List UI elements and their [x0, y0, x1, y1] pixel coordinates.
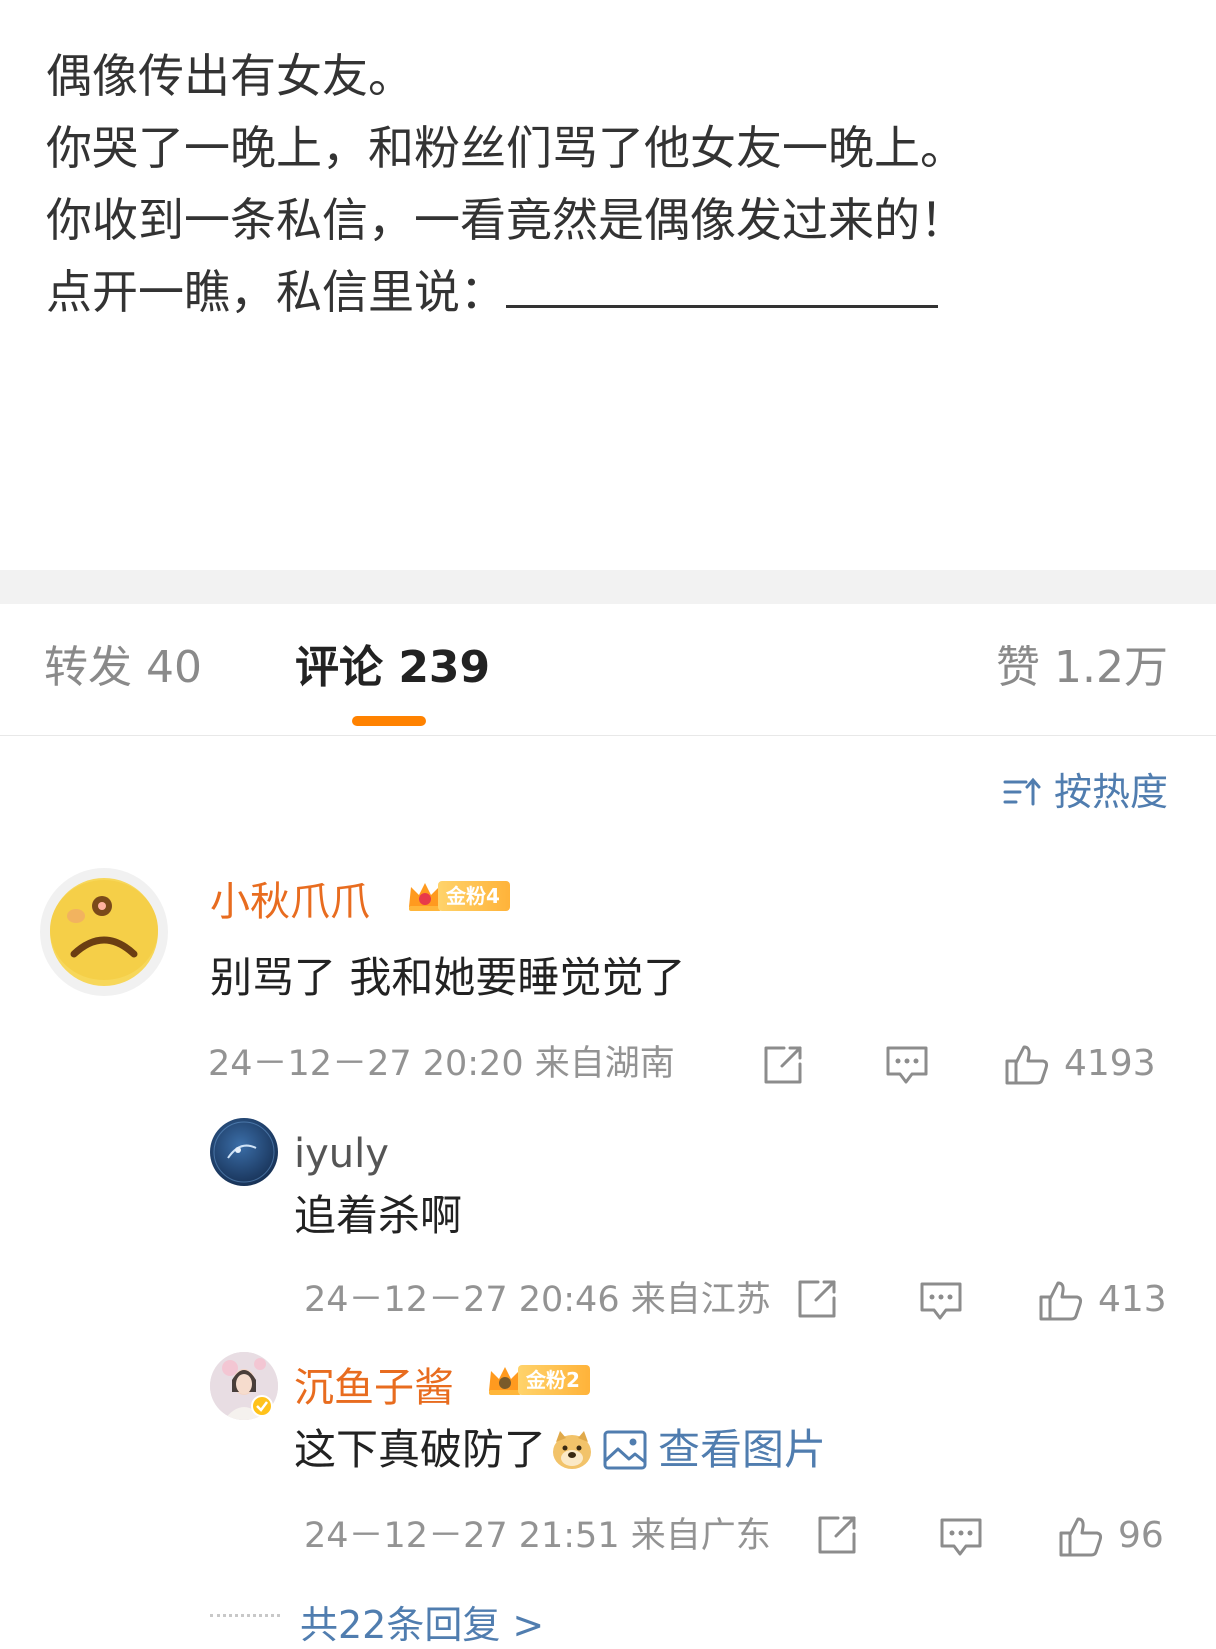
active-tab-indicator	[352, 716, 426, 726]
reply-username[interactable]: 沉鱼子酱	[294, 1362, 454, 1414]
doge-emoji-icon	[553, 1431, 592, 1469]
reply-text: 这下真破防了 查看图片	[294, 1422, 826, 1478]
view-image-label: 查看图片	[658, 1425, 827, 1474]
reply-text: 追着杀啊	[294, 1191, 463, 1240]
post-line: 你收到一条私信，一看竟然是偶像发过来的！	[46, 193, 966, 247]
comment-text: 别骂了 我和她要睡觉觉了	[210, 953, 686, 1002]
post-line: 你哭了一晚上，和粉丝们骂了他女友一晚上。	[46, 121, 966, 175]
reply-avatar[interactable]	[210, 1118, 278, 1186]
tabs-divider	[0, 735, 1216, 736]
tab-repost[interactable]: 转发 40	[44, 640, 202, 696]
comment-icon	[920, 1282, 962, 1320]
like-button[interactable]: 4193	[1004, 1040, 1156, 1088]
reply-meta: 24－12－27 20:46 来自江苏	[304, 1280, 771, 1320]
tab-bar: 转发 40 评论 239 赞 1.2万	[0, 604, 1216, 736]
fill-blank-line	[506, 265, 938, 308]
thumbs-up-icon	[1005, 1045, 1049, 1085]
like-button[interactable]: 96	[1058, 1512, 1164, 1560]
share-icon	[818, 1516, 856, 1554]
thumbs-up-icon	[1059, 1517, 1103, 1557]
image-icon	[603, 1430, 647, 1470]
avatar-image-icon	[213, 1121, 275, 1183]
post-line: 偶像传出有女友。	[46, 49, 414, 103]
like-count: 413	[1098, 1279, 1167, 1320]
view-image-link[interactable]: 查看图片	[602, 1422, 826, 1478]
fan-badge-label: 金粉2	[518, 1365, 590, 1395]
post-line: 点开一瞧，私信里说：	[46, 256, 1176, 328]
like-button[interactable]: 413	[1038, 1276, 1167, 1324]
thumbs-up-icon	[1039, 1281, 1083, 1321]
tab-likes[interactable]: 赞 1.2万	[996, 640, 1168, 696]
reply-meta: 24－12－27 21:51 来自广东	[304, 1516, 771, 1556]
avatar[interactable]	[40, 868, 168, 996]
sort-label: 按热度	[1053, 770, 1168, 814]
fan-badge[interactable]: 金粉2	[486, 1364, 590, 1396]
reply-avatar[interactable]	[210, 1352, 278, 1420]
fan-badge-label: 金粉4	[438, 881, 510, 911]
post-line-text: 点开一瞧，私信里说：	[46, 265, 506, 319]
reply-button[interactable]	[884, 1042, 930, 1088]
share-button[interactable]	[760, 1042, 806, 1088]
more-replies-link[interactable]: 共22条回复 >	[300, 1594, 544, 1649]
sort-button[interactable]: 按热度	[1002, 768, 1168, 816]
reply-text-content: 这下真破防了	[294, 1425, 547, 1474]
share-icon	[798, 1280, 836, 1318]
comment-username[interactable]: 小秋爪爪	[210, 876, 370, 928]
fan-badge[interactable]: 金粉4	[406, 880, 510, 912]
share-icon	[764, 1046, 802, 1084]
like-count: 4193	[1064, 1043, 1156, 1084]
sad-face-avatar-icon	[50, 878, 158, 986]
sort-icon	[1003, 777, 1041, 806]
avatar-image-icon	[210, 1352, 278, 1420]
comment-icon	[886, 1046, 928, 1084]
comment-icon	[940, 1518, 982, 1556]
comment-meta: 24－12－27 20:20 来自湖南	[208, 1044, 675, 1084]
like-count: 96	[1118, 1515, 1164, 1556]
reply-username[interactable]: iyuly	[294, 1128, 389, 1180]
reply-button[interactable]	[918, 1278, 964, 1324]
section-divider	[0, 570, 1216, 604]
reply-dots-divider	[210, 1614, 280, 1620]
reply-button[interactable]	[938, 1514, 984, 1560]
share-button[interactable]	[814, 1512, 860, 1558]
post-body: 偶像传出有女友。 你哭了一晚上，和粉丝们骂了他女友一晚上。 你收到一条私信，一看…	[46, 40, 1176, 328]
share-button[interactable]	[794, 1276, 840, 1322]
tab-comments[interactable]: 评论 239	[295, 640, 490, 696]
